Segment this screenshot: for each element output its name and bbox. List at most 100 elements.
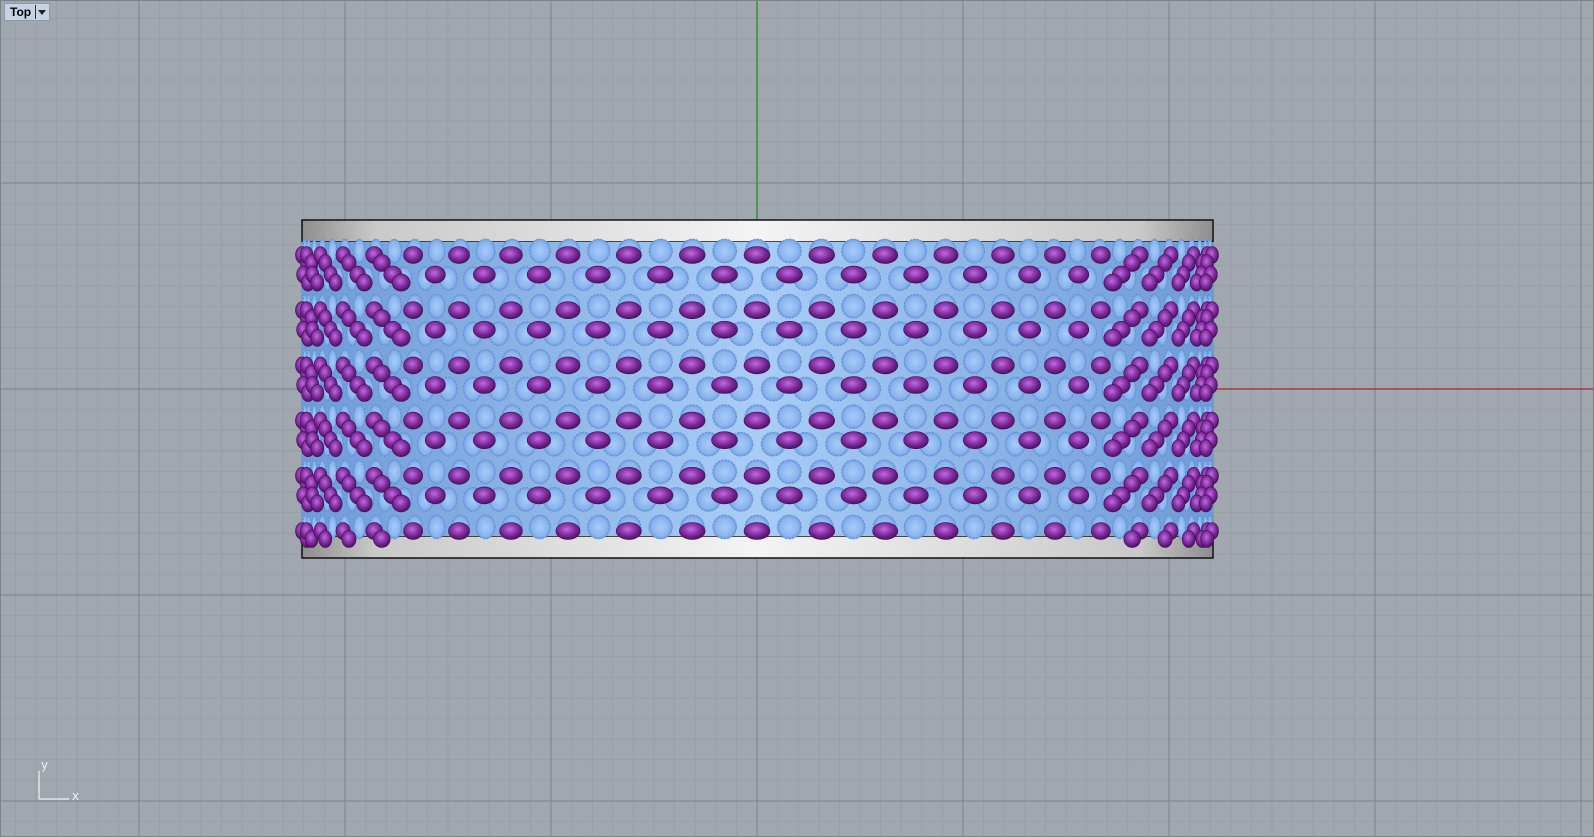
blue-gem [1068, 348, 1087, 374]
blue-gem [427, 348, 446, 374]
purple-gem [679, 356, 706, 375]
purple-gem [903, 431, 929, 450]
blue-gem [427, 293, 446, 319]
blue-gem [1068, 293, 1087, 319]
purple-gem [391, 494, 411, 513]
purple-gem [1068, 376, 1090, 394]
blue-gem [712, 238, 738, 264]
blue-gem [648, 514, 673, 540]
purple-gem [1123, 530, 1141, 548]
blue-gem [903, 459, 927, 485]
chevron-down-icon[interactable] [38, 9, 47, 15]
purple-gem [1018, 431, 1041, 450]
blue-gem [841, 348, 866, 374]
blue-gem [903, 348, 927, 374]
purple-gem [933, 411, 959, 430]
purple-gem [585, 320, 611, 339]
blue-gem [963, 348, 986, 374]
purple-gem [808, 466, 835, 485]
top-viewport[interactable]: Top y x [0, 0, 1594, 837]
blue-gem [1018, 293, 1039, 319]
purple-gem [615, 301, 642, 320]
viewport-title-tab[interactable]: Top [4, 3, 50, 21]
blue-gem [903, 404, 927, 430]
blue-gem [1018, 459, 1039, 485]
purple-gem [776, 320, 803, 339]
purple-gem [310, 439, 325, 458]
blue-gem [776, 348, 802, 374]
purple-gem [1103, 384, 1123, 402]
purple-gem [473, 265, 496, 284]
purple-gem [448, 301, 470, 320]
purple-gem [711, 376, 738, 394]
purple-gem [679, 411, 706, 430]
purple-gem [1103, 328, 1123, 347]
blue-gem [1018, 238, 1039, 264]
viewport-title: Top [10, 5, 32, 19]
purple-gem [903, 320, 929, 339]
purple-gem [808, 246, 835, 264]
construction-grid [1, 1, 1593, 836]
purple-gem [933, 301, 959, 320]
purple-gem [647, 486, 674, 505]
blue-gem [648, 348, 673, 374]
purple-gem [391, 328, 411, 347]
blue-gem [648, 238, 673, 264]
purple-gem [1199, 328, 1213, 347]
purple-gem [1199, 439, 1213, 458]
blue-gem [1018, 404, 1039, 430]
blue-gem [587, 348, 611, 374]
purple-gem [499, 246, 523, 264]
purple-gem [356, 273, 373, 292]
purple-gem [679, 522, 706, 540]
blue-gem [963, 238, 986, 264]
purple-gem [1044, 301, 1066, 320]
purple-gem [328, 273, 343, 292]
purple-gem [328, 439, 343, 458]
purple-gem [403, 301, 423, 320]
purple-gem [933, 356, 959, 375]
purple-gem [356, 384, 373, 402]
blue-gem [776, 459, 802, 485]
purple-gem [1199, 494, 1213, 513]
purple-gem [448, 466, 470, 485]
purple-gem [1018, 376, 1041, 394]
purple-gem [448, 246, 470, 264]
purple-gem [903, 486, 929, 505]
ring-model[interactable] [295, 219, 1219, 559]
purple-gem [872, 466, 899, 485]
tab-separator [35, 5, 37, 19]
blue-gem [963, 459, 986, 485]
blue-gem [903, 514, 927, 540]
purple-gem [555, 522, 581, 540]
purple-gem [743, 466, 771, 485]
purple-gem [711, 431, 738, 450]
blue-gem [712, 459, 738, 485]
blue-gem [1018, 348, 1039, 374]
blue-gem [1068, 238, 1087, 264]
purple-gem [585, 376, 611, 394]
purple-gem [1091, 522, 1111, 540]
purple-gem [776, 376, 803, 394]
blue-gem [427, 238, 446, 264]
purple-gem [615, 522, 642, 540]
purple-gem [403, 522, 423, 540]
blue-gem [648, 404, 673, 430]
blue-gem [648, 293, 673, 319]
purple-gem [424, 486, 446, 505]
purple-gem [473, 320, 496, 339]
blue-gem [475, 459, 496, 485]
purple-gem [743, 356, 771, 375]
purple-gem [403, 246, 423, 264]
purple-gem [615, 411, 642, 430]
purple-gem [647, 265, 674, 284]
purple-gem [1018, 320, 1041, 339]
purple-gem [991, 466, 1015, 485]
purple-gem [448, 356, 470, 375]
purple-gem [679, 466, 706, 485]
purple-gem [328, 384, 343, 402]
blue-gem [475, 514, 496, 540]
purple-gem [1044, 356, 1066, 375]
purple-gem [1141, 494, 1158, 513]
blue-gem [712, 514, 738, 540]
